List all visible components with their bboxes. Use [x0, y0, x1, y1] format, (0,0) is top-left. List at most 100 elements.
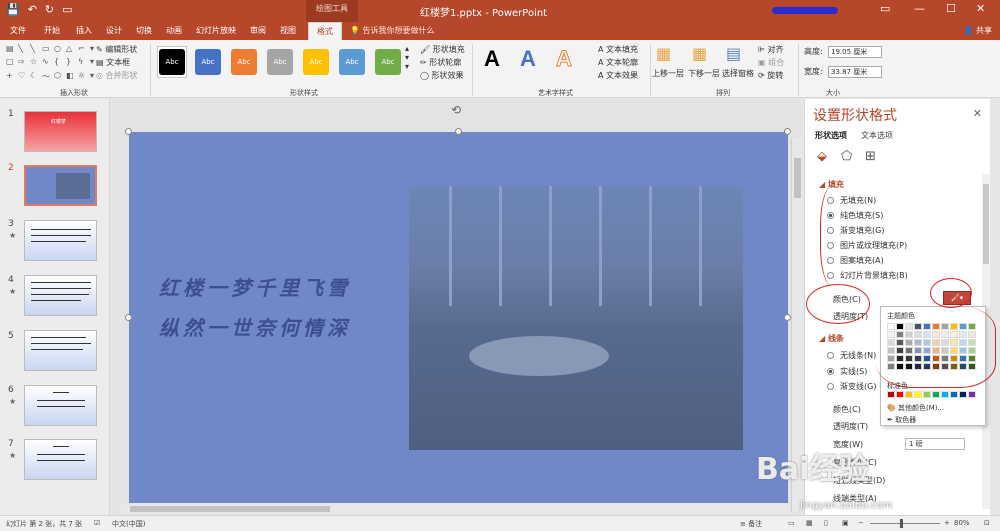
color-swatch[interactable] — [941, 391, 949, 398]
shape-cube-icon[interactable]: ◧ — [66, 71, 76, 84]
tab-text-options[interactable]: 文本选项 — [861, 130, 893, 141]
resize-handle[interactable] — [455, 128, 462, 135]
rotate-handle-icon[interactable]: ⟲ — [451, 103, 461, 117]
color-swatch[interactable] — [968, 391, 976, 398]
save-icon[interactable]: 💾 — [6, 3, 20, 16]
pane-close-button[interactable]: ✕ — [973, 107, 982, 120]
slide-thumbnail-6[interactable] — [24, 385, 97, 426]
slide-thumbnail-4[interactable] — [24, 275, 97, 316]
shape-textbox-icon[interactable]: ▤ — [6, 44, 16, 55]
merge-shapes-button[interactable]: ◎ 合并形状 — [96, 70, 138, 81]
text-fill-button[interactable]: A 文本填充 — [598, 44, 638, 55]
notes-button[interactable]: ≡ 备注 — [740, 519, 762, 529]
eyedropper-option[interactable]: ✒ 取色器 — [887, 415, 916, 425]
shape-style-black[interactable]: Abc — [159, 49, 185, 75]
shape-round-icon[interactable]: ▢ — [6, 57, 16, 68]
line-option-gradient[interactable]: 渐变线(G) — [827, 381, 876, 392]
zoom-slider-knob[interactable] — [900, 519, 903, 528]
tab-view[interactable]: 视图 — [280, 25, 296, 36]
normal-view-icon[interactable]: ▭ — [788, 519, 795, 527]
redo-icon[interactable]: ↻ — [45, 3, 54, 16]
tell-me-search[interactable]: 💡 告诉我你想要做什么 — [350, 25, 435, 36]
scroll-thumb[interactable] — [794, 158, 801, 198]
zoom-slider[interactable] — [870, 523, 940, 524]
shape-heart-icon[interactable]: ♡ — [18, 71, 28, 84]
tab-review[interactable]: 审阅 — [250, 25, 266, 36]
shape-star-icon[interactable]: ☆ — [30, 57, 40, 68]
editor-horizontal-scrollbar[interactable] — [120, 504, 790, 514]
align-button[interactable]: ⊫ 对齐 — [758, 44, 784, 55]
resize-handle[interactable] — [125, 314, 132, 321]
shape-moon-icon[interactable]: ☾ — [30, 71, 40, 84]
tab-transitions[interactable]: 切换 — [136, 25, 152, 36]
send-backward-icon[interactable]: ▦ — [692, 44, 707, 63]
textbox-button[interactable]: ▤ 文本框 — [96, 57, 130, 68]
text-effects-button[interactable]: A 文本效果 — [598, 70, 638, 81]
shape-style-gold[interactable]: Abc — [303, 49, 329, 75]
slide-thumbnail-2[interactable] — [24, 165, 97, 206]
group-button[interactable]: ▣ 组合 — [758, 57, 784, 68]
rotate-button[interactable]: ⟳ 旋转 — [758, 70, 783, 81]
shape-outline-button[interactable]: ✏ 形状轮廓 — [420, 57, 461, 68]
height-input[interactable]: 19.05 厘米 — [828, 46, 882, 58]
shape-curve-icon[interactable]: ∿ — [42, 57, 52, 68]
fill-line-icon[interactable]: ⬙ — [817, 149, 827, 164]
sorter-view-icon[interactable]: ▦ — [806, 519, 813, 527]
slide-thumbnail-7[interactable] — [24, 439, 97, 480]
radio-icon[interactable] — [827, 352, 834, 359]
shape-bolt-icon[interactable]: ϟ — [78, 57, 88, 68]
shape-style-blue[interactable]: Abc — [195, 49, 221, 75]
current-slide[interactable]: 红楼一梦千里飞雪 纵然一世奈何情深 — [125, 128, 791, 503]
wordart-orange-outline[interactable]: A — [556, 46, 573, 72]
line-option-none[interactable]: 无线条(N) — [827, 350, 876, 361]
size-properties-icon[interactable]: ⊞ — [865, 149, 876, 164]
color-swatch[interactable] — [923, 391, 931, 398]
pergola-photo[interactable] — [409, 186, 743, 450]
selection-pane-icon[interactable]: ▤ — [726, 44, 741, 63]
maximize-button[interactable]: ☐ — [946, 2, 956, 15]
poem-line-1[interactable]: 红楼一梦千里飞雪 — [159, 272, 351, 301]
shape-style-orange[interactable]: Abc — [231, 49, 257, 75]
line-width-input[interactable]: 1 磅 — [905, 438, 965, 450]
zoom-in-icon[interactable]: + — [944, 519, 950, 527]
minimize-button[interactable]: — — [914, 2, 925, 15]
language-status[interactable]: 中文(中国) — [112, 519, 145, 529]
start-icon[interactable]: ▭ — [62, 3, 72, 16]
scroll-thumb[interactable] — [130, 506, 330, 512]
shape-plus-icon[interactable]: + — [6, 71, 16, 84]
slide-thumbnail-5[interactable] — [24, 330, 97, 371]
color-swatch[interactable] — [932, 391, 940, 398]
slide-thumbnail-1[interactable]: 红楼梦 — [24, 111, 97, 152]
tab-home[interactable]: 开始 — [44, 25, 60, 36]
shape-line-icon[interactable]: ╲ — [18, 44, 28, 55]
styles-scroll-icon[interactable]: ▴ ▾ ▾ — [405, 44, 409, 71]
bring-forward-icon[interactable]: ▦ — [656, 44, 671, 63]
tab-design[interactable]: 设计 — [106, 25, 122, 36]
line-section-header[interactable]: ◢ 线条 — [819, 333, 844, 344]
color-swatch[interactable] — [896, 391, 904, 398]
zoom-out-icon[interactable]: − — [858, 519, 864, 527]
resize-handle[interactable] — [784, 314, 791, 321]
tab-format[interactable]: 格式 — [308, 22, 342, 40]
tab-insert[interactable]: 插入 — [76, 25, 92, 36]
shape-sun-icon[interactable]: ☼ — [78, 71, 88, 84]
shape-triangle-icon[interactable]: △ — [66, 44, 76, 55]
shape-oval-icon[interactable]: ○ — [54, 44, 64, 55]
resize-handle[interactable] — [125, 128, 132, 135]
resize-handle[interactable] — [784, 128, 791, 135]
zoom-level[interactable]: 80% — [954, 519, 970, 527]
color-swatch[interactable] — [905, 391, 913, 398]
shape-fill-button[interactable]: 🖌 形状填充 — [420, 44, 465, 55]
share-button[interactable]: 👤 共享 — [963, 25, 992, 36]
tab-slideshow[interactable]: 幻灯片放映 — [196, 25, 236, 36]
shape-brace2-icon[interactable]: } — [66, 57, 76, 68]
reading-view-icon[interactable]: ▯ — [824, 519, 828, 527]
tab-shape-options[interactable]: 形状选项 — [815, 130, 847, 141]
slideshow-view-icon[interactable]: ▣ — [842, 519, 849, 527]
shape-effects-button[interactable]: ◯ 形状效果 — [420, 70, 464, 81]
undo-icon[interactable]: ↶ — [28, 3, 37, 16]
shape-arrow-icon[interactable]: ⇨ — [18, 57, 28, 68]
tab-file[interactable]: 文件 — [10, 25, 26, 36]
wordart-black[interactable]: A — [484, 46, 500, 72]
color-swatch[interactable] — [887, 391, 895, 398]
